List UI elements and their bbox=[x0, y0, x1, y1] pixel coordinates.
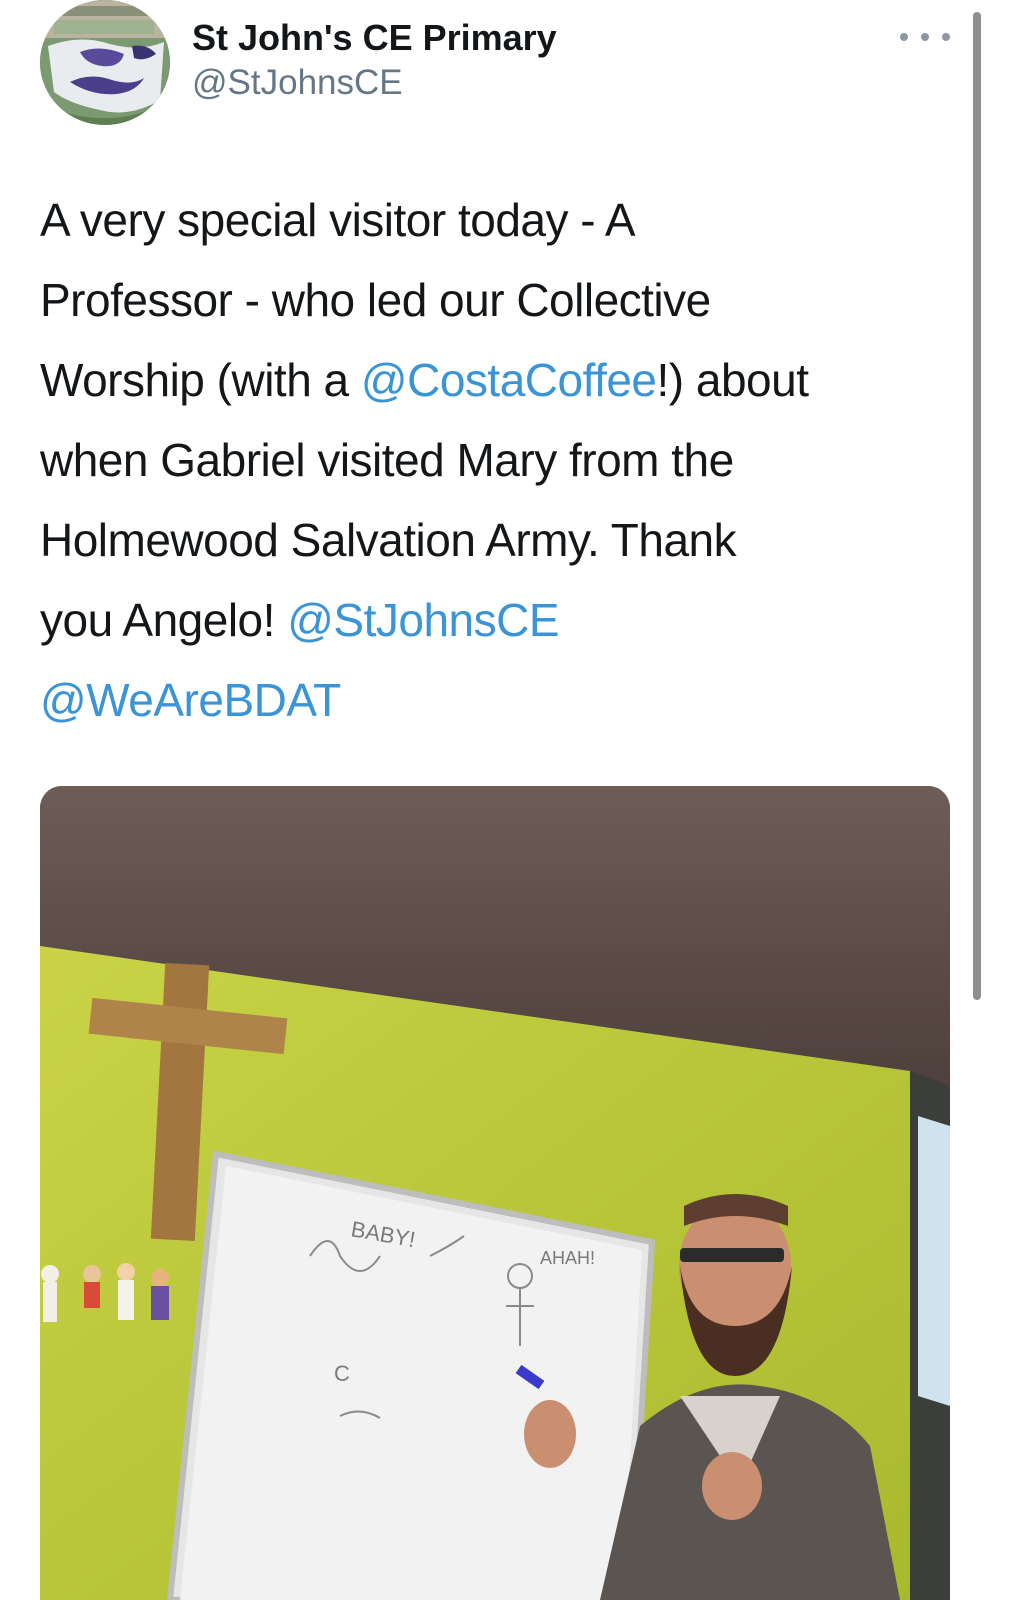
tweet-photo[interactable]: BABY! AHAH! C bbox=[40, 786, 950, 1600]
tweet-text-segment: Professor - who led our Collective bbox=[40, 274, 711, 326]
more-horizontal-icon bbox=[921, 33, 929, 41]
more-horizontal-icon bbox=[942, 33, 950, 41]
photo-illustration: BABY! AHAH! C bbox=[40, 786, 950, 1600]
tweet-text: A very special visitor today - A Profess… bbox=[40, 180, 965, 740]
tweet-text-segment: when Gabriel visited Mary from the bbox=[40, 434, 734, 486]
tweet-text-segment: you Angelo! bbox=[40, 594, 288, 646]
mention-wearebdat[interactable]: @WeAreBDAT bbox=[40, 674, 341, 726]
whiteboard-label-ahah: AHAH! bbox=[540, 1248, 595, 1268]
tweet-line: when Gabriel visited Mary from the bbox=[40, 420, 965, 500]
tweet-text-segment: A very special visitor today - A bbox=[40, 194, 636, 246]
mention-costacoffee[interactable]: @CostaCoffee bbox=[361, 354, 657, 406]
author-handle[interactable]: @StJohnsCE bbox=[192, 62, 557, 104]
more-horizontal-icon bbox=[900, 33, 908, 41]
author-display-name[interactable]: St John's CE Primary bbox=[192, 18, 557, 58]
scrollbar[interactable] bbox=[973, 12, 981, 1000]
tweet-line: you Angelo! @StJohnsCE bbox=[40, 580, 965, 660]
whiteboard-label-c: C bbox=[334, 1361, 350, 1386]
tweet-line: Professor - who led our Collective bbox=[40, 260, 965, 340]
more-options-button[interactable] bbox=[900, 22, 950, 52]
tweet-text-segment: Holmewood Salvation Army. Thank bbox=[40, 514, 737, 566]
avatar-image bbox=[40, 0, 170, 125]
tweet-text-segment: !) about bbox=[656, 354, 809, 406]
mention-stjohnsce[interactable]: @StJohnsCE bbox=[287, 594, 559, 646]
tweet-line: Holmewood Salvation Army. Thank bbox=[40, 500, 965, 580]
tweet-line: @WeAreBDAT bbox=[40, 660, 965, 740]
tweet-line: Worship (with a @CostaCoffee!) about bbox=[40, 340, 965, 420]
tweet-text-segment: Worship (with a bbox=[40, 354, 361, 406]
tweet-author[interactable]: St John's CE Primary @StJohnsCE bbox=[192, 18, 557, 104]
tweet-line: A very special visitor today - A bbox=[40, 180, 965, 260]
tweet: St John's CE Primary @StJohnsCE A very s… bbox=[0, 0, 1010, 1600]
school-crest-avatar[interactable] bbox=[40, 0, 170, 125]
